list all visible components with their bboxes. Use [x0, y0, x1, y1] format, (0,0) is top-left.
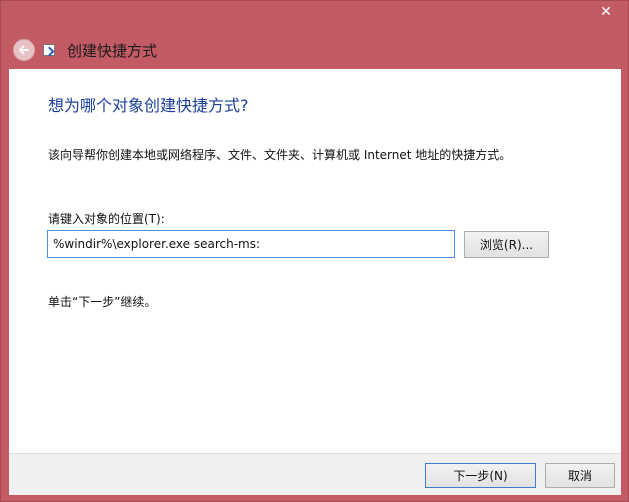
continue-hint: 单击“下一步”继续。 — [48, 295, 157, 309]
back-button[interactable] — [13, 39, 35, 61]
shortcut-icon — [43, 44, 55, 56]
location-input[interactable] — [47, 230, 455, 258]
wizard-footer: 下一步(N) 取消 — [9, 453, 621, 495]
page-heading: 想为哪个对象创建快捷方式? — [48, 96, 249, 115]
back-arrow-icon — [19, 45, 29, 55]
close-icon: ✕ — [600, 4, 612, 20]
browse-button[interactable]: 浏览(R)... — [464, 231, 549, 258]
cancel-button[interactable]: 取消 — [545, 463, 615, 488]
next-button[interactable]: 下一步(N) — [425, 463, 536, 488]
wizard-description: 该向导帮你创建本地或网络程序、文件、文件夹、计算机或 Internet 地址的快… — [48, 148, 512, 162]
close-button[interactable]: ✕ — [589, 1, 623, 23]
title-bar[interactable]: ✕ 创建快捷方式 — [1, 1, 628, 69]
wizard-content: 想为哪个对象创建快捷方式? 该向导帮你创建本地或网络程序、文件、文件夹、计算机或… — [9, 69, 621, 453]
window-title: 创建快捷方式 — [67, 42, 158, 60]
shortcut-wizard-window: ✕ 创建快捷方式 想为哪个对象创建快捷方式? 该向导帮你创建本地或网络程序、文件… — [0, 0, 629, 502]
location-label: 请键入对象的位置(T): — [48, 212, 165, 226]
